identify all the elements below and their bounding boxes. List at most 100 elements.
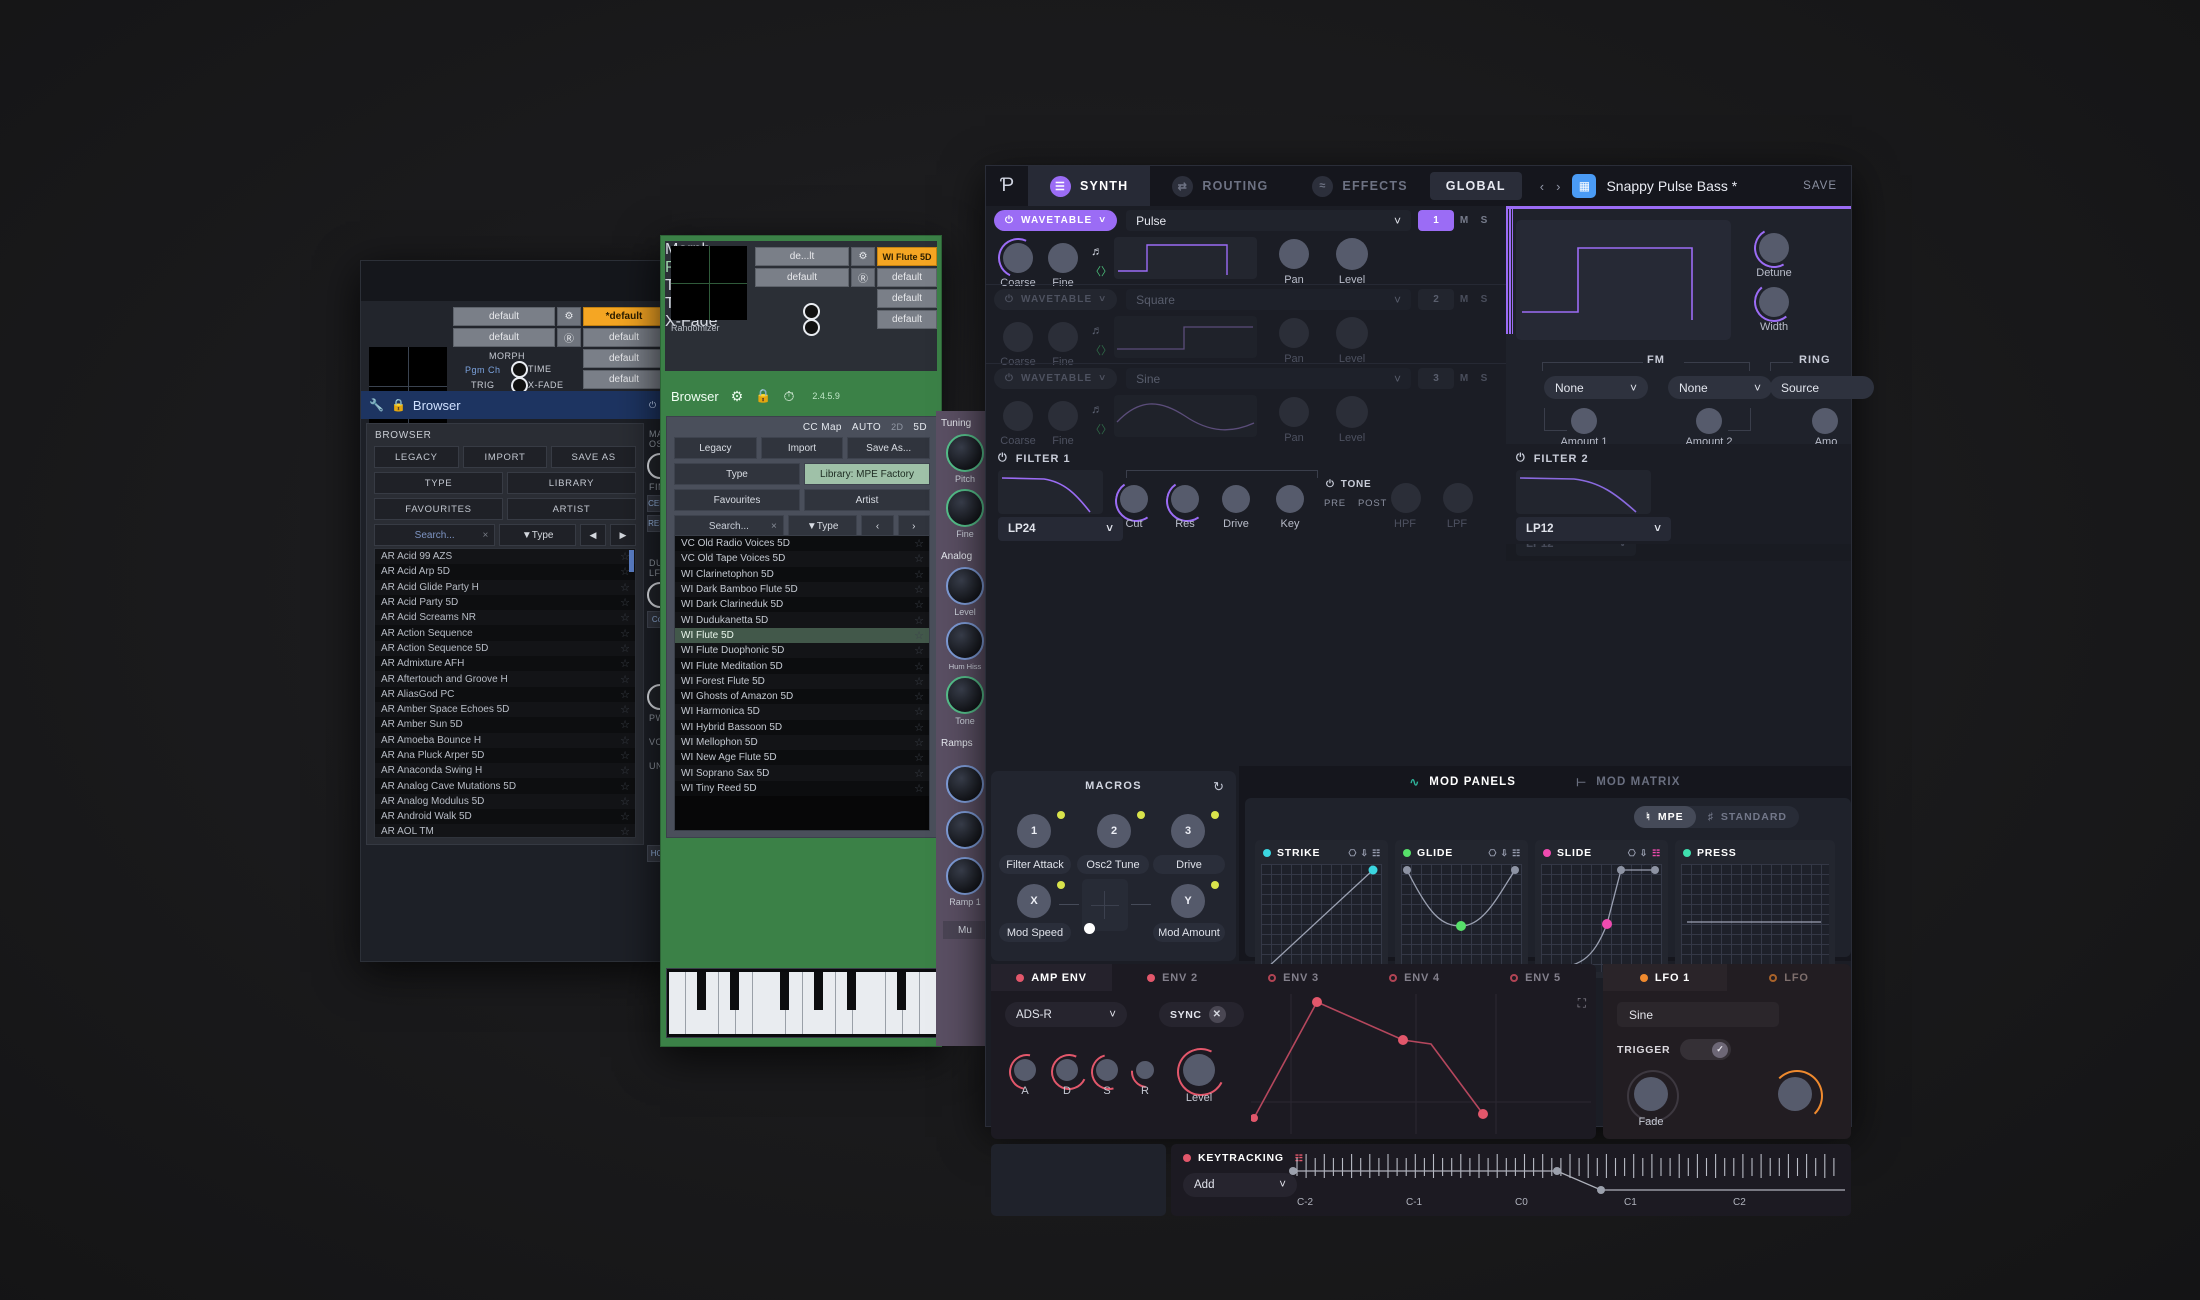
- sort-type-button[interactable]: ▼Type: [499, 524, 576, 546]
- keytracking-mode-select[interactable]: Add ˅: [1183, 1173, 1297, 1197]
- osc2-level-knob[interactable]: [1336, 317, 1368, 349]
- preset-prev-icon[interactable]: ‹: [1540, 179, 1546, 194]
- list-item[interactable]: AR Acid Screams NR☆: [375, 610, 635, 625]
- tab-effects[interactable]: ≈ EFFECTS: [1290, 166, 1429, 206]
- star-icon[interactable]: ☆: [914, 736, 924, 749]
- star-icon[interactable]: ☆: [620, 734, 630, 747]
- standard-segment[interactable]: ♯ STANDARD: [1696, 806, 1799, 828]
- osc1-mute-button[interactable]: M: [1454, 210, 1474, 231]
- prev-preset-button[interactable]: ◀: [580, 524, 606, 546]
- keytracking-graph[interactable]: C-2C-1C0C1C2: [1289, 1150, 1847, 1212]
- osc3-solo-button[interactable]: S: [1474, 368, 1494, 389]
- star-icon[interactable]: ☆: [620, 764, 630, 777]
- prev-preset-button-2[interactable]: ‹: [861, 515, 893, 537]
- macro-2-knob[interactable]: 2: [1097, 814, 1131, 848]
- star-icon[interactable]: ☆: [620, 795, 630, 808]
- preset-next-icon[interactable]: ›: [1556, 179, 1562, 194]
- lfo-trigger-toggle[interactable]: ✓: [1680, 1039, 1731, 1060]
- osc1-wavetable-select[interactable]: Pulse ˅: [1126, 210, 1411, 231]
- star-icon[interactable]: ☆: [914, 705, 924, 718]
- list-item[interactable]: WI Harmonica 5D☆: [675, 704, 929, 719]
- macro-3-label[interactable]: Drive: [1153, 855, 1225, 874]
- gear-icon[interactable]: ⚙: [557, 307, 581, 326]
- star-icon[interactable]: ☆: [620, 673, 630, 686]
- osc3-wavetable-select[interactable]: Sine ˅: [1126, 368, 1411, 389]
- list-item[interactable]: AR Amber Sun 5D☆: [375, 717, 635, 732]
- tab-mod-matrix[interactable]: ⊢ MOD MATRIX: [1576, 775, 1680, 789]
- piano-white-key[interactable]: [869, 972, 886, 1034]
- power-icon[interactable]: ⏻: [998, 452, 1008, 465]
- expand-icon[interactable]: ⛶: [1578, 996, 1586, 1011]
- piano-black-key[interactable]: [697, 972, 706, 1010]
- list-item[interactable]: WI Ghosts of Amazon 5D☆: [675, 689, 929, 704]
- filter1-graph[interactable]: [998, 470, 1103, 514]
- width-knob[interactable]: [1759, 287, 1789, 317]
- tab-env-5[interactable]: ENV 5: [1475, 964, 1596, 991]
- list-item[interactable]: AR Amber Space Echoes 5D☆: [375, 702, 635, 717]
- filter1-pre-button[interactable]: PRE: [1324, 498, 1346, 509]
- mute-button[interactable]: Mu: [943, 921, 987, 939]
- hum-hiss-knob[interactable]: [946, 622, 984, 660]
- list-item[interactable]: AR Acid Arp 5D☆: [375, 564, 635, 579]
- piano-black-key[interactable]: [897, 972, 906, 1010]
- search-input-2[interactable]: Search... ×: [674, 515, 784, 537]
- env-level-knob[interactable]: [1183, 1054, 1215, 1086]
- list-item[interactable]: AR AOL TM☆: [375, 824, 635, 838]
- osc3-mute-button[interactable]: M: [1454, 368, 1474, 389]
- list-item[interactable]: AR AliasGod PC☆: [375, 687, 635, 702]
- tab-lfo-1[interactable]: LFO 1: [1603, 964, 1727, 991]
- star-icon[interactable]: ☆: [914, 583, 924, 596]
- filter1-hpf-knob[interactable]: [1391, 483, 1421, 513]
- star-icon[interactable]: ☆: [914, 660, 924, 673]
- lfo-secondary-knob[interactable]: [1778, 1077, 1812, 1111]
- lfo-shape-select[interactable]: Sine: [1617, 1002, 1779, 1027]
- search-input[interactable]: Search... ×: [374, 524, 495, 546]
- slot2-left-0[interactable]: de...lt: [755, 247, 849, 266]
- osc2-index[interactable]: 2: [1418, 289, 1454, 310]
- detune-knob[interactable]: [1759, 233, 1789, 263]
- osc1-solo-button[interactable]: S: [1474, 210, 1494, 231]
- star-icon[interactable]: ☆: [620, 718, 630, 731]
- library-filter-button[interactable]: LIBRARY: [507, 472, 636, 494]
- list-item[interactable]: WI Clarinetophon 5D☆: [675, 567, 929, 582]
- tab-env-2[interactable]: ENV 2: [1112, 964, 1233, 991]
- randomize-icon[interactable]: Ⓡ: [557, 328, 581, 347]
- piano-black-key[interactable]: [730, 972, 739, 1010]
- fm-amount1-knob[interactable]: [1571, 408, 1597, 434]
- piano-white-key[interactable]: [753, 972, 770, 1034]
- filter1-drive-knob[interactable]: [1222, 485, 1250, 513]
- analog-level-knob[interactable]: [946, 567, 984, 605]
- slot-right-3[interactable]: default: [583, 370, 665, 389]
- fm-source2-select[interactable]: None ˅: [1668, 376, 1772, 399]
- slot-left-1[interactable]: default: [453, 328, 555, 347]
- star-icon[interactable]: ☆: [914, 552, 924, 565]
- star-icon[interactable]: ☆: [620, 627, 630, 640]
- tab-lfo-2[interactable]: LFO: [1727, 964, 1851, 991]
- macro-xy-handle[interactable]: [1084, 923, 1095, 934]
- star-icon[interactable]: ☆: [914, 751, 924, 764]
- list-item[interactable]: AR Action Sequence☆: [375, 625, 635, 640]
- star-icon[interactable]: ☆: [620, 596, 630, 609]
- mpe-segment[interactable]: ♮ MPE: [1634, 806, 1696, 828]
- tab-routing[interactable]: ⇄ ROUTING: [1150, 166, 1290, 206]
- star-icon[interactable]: ☆: [914, 721, 924, 734]
- star-icon[interactable]: ☆: [914, 675, 924, 688]
- list-item[interactable]: AR Ana Pluck Arper 5D☆: [375, 748, 635, 763]
- fm-amount2-knob[interactable]: [1696, 408, 1722, 434]
- slot-right-0[interactable]: *default: [583, 307, 665, 326]
- osc1-level-knob[interactable]: [1336, 238, 1368, 270]
- stereo-spread-icon[interactable]: 〈〉: [1090, 263, 1112, 279]
- clock-icon[interactable]: ⏱: [783, 388, 794, 405]
- randomize-icon-2[interactable]: Ⓡ: [851, 268, 875, 287]
- star-icon[interactable]: ☆: [620, 611, 630, 624]
- type-filter-button-2[interactable]: Type: [674, 463, 800, 485]
- ramp-knob-2[interactable]: [946, 811, 984, 849]
- star-icon[interactable]: ☆: [914, 644, 924, 657]
- scrollbar[interactable]: [629, 550, 634, 572]
- osc2-wavetable-select[interactable]: Square ˅: [1126, 289, 1411, 310]
- strike-icons[interactable]: ⎔ ⇩ ☷: [1349, 848, 1381, 859]
- legacy-button[interactable]: LEGACY: [374, 446, 459, 468]
- preset-name[interactable]: Snappy Pulse Bass *: [1606, 178, 1737, 194]
- list-item[interactable]: AR Admixture AFH☆: [375, 656, 635, 671]
- filter1-post-button[interactable]: POST: [1358, 498, 1387, 509]
